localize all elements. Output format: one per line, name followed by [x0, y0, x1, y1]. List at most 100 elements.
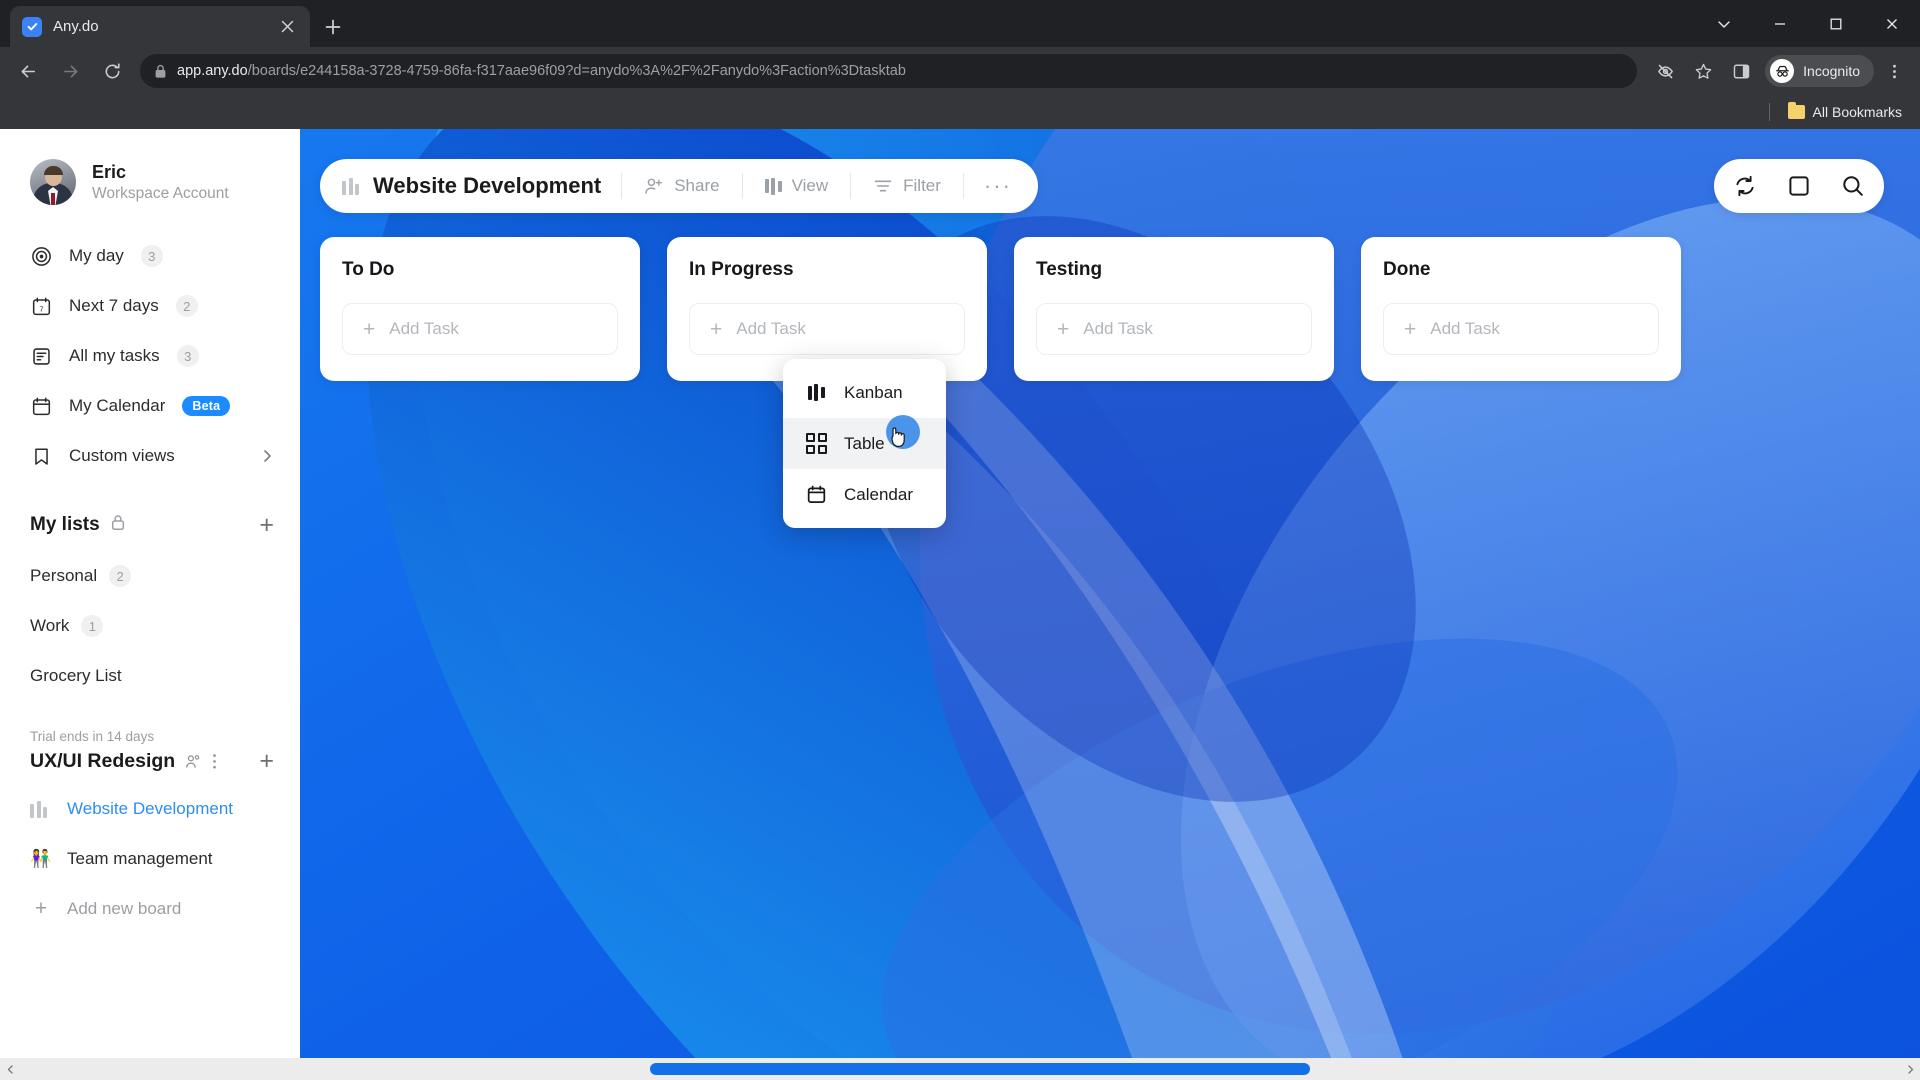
board-tools	[1714, 159, 1884, 213]
toolbar-right: Incognito	[1647, 53, 1912, 89]
board-column-done: Done + Add Task	[1361, 237, 1681, 381]
svg-text:7: 7	[39, 304, 43, 313]
scroll-right-icon[interactable]	[1900, 1058, 1920, 1080]
add-list-button[interactable]: +	[259, 512, 274, 538]
plus-icon: +	[34, 897, 48, 920]
count-badge: 2	[109, 565, 132, 587]
kanban-icon	[30, 800, 52, 818]
board-title-group[interactable]: Website Development	[342, 173, 621, 199]
my-lists-title: My lists	[30, 514, 100, 535]
add-task-button[interactable]: + Add Task	[689, 303, 965, 355]
people-emoji-icon: 👫	[30, 849, 52, 868]
filter-button[interactable]: Filter	[851, 166, 963, 206]
scroll-left-icon[interactable]	[0, 1058, 20, 1080]
view-menu-label: Kanban	[844, 382, 903, 402]
sidebar-list-grocery-list[interactable]: Grocery List	[0, 651, 300, 701]
sidebar-item-custom-views[interactable]: Custom views	[0, 431, 300, 481]
minimize-icon[interactable]	[1752, 0, 1808, 47]
sync-icon[interactable]	[1728, 169, 1762, 203]
add-new-board-button[interactable]: + Add new board	[0, 884, 300, 934]
sidebar-board-website-development[interactable]: Website Development	[0, 784, 300, 834]
add-task-button[interactable]: + Add Task	[342, 303, 618, 355]
plus-icon: +	[1057, 317, 1070, 341]
url-text: app.any.do/boards/e244158a-3728-4759-86f…	[177, 63, 906, 79]
kanban-icon	[342, 177, 359, 195]
column-title: In Progress	[689, 259, 794, 280]
three-dot-vertical-icon[interactable]	[212, 753, 217, 770]
eye-slash-icon[interactable]	[1647, 53, 1683, 89]
address-bar[interactable]: app.any.do/boards/e244158a-3728-4759-86f…	[140, 54, 1638, 88]
window-close-icon[interactable]	[1864, 0, 1920, 47]
filter-icon	[873, 177, 893, 195]
horizontal-scrollbar[interactable]	[0, 1058, 1920, 1080]
sidebar-item-all-my-tasks[interactable]: All my tasks 3	[0, 331, 300, 381]
scrollbar-track[interactable]	[20, 1058, 1900, 1080]
forward-icon[interactable]	[50, 51, 90, 91]
incognito-icon	[1770, 59, 1795, 83]
incognito-profile-button[interactable]: Incognito	[1765, 55, 1874, 87]
share-label: Share	[674, 176, 720, 195]
side-panel-icon[interactable]	[1723, 53, 1759, 89]
page-content: Eric Workspace Account My day 3 7 Next 7…	[0, 129, 1920, 1080]
scrollbar-thumb[interactable]	[650, 1063, 1310, 1075]
all-bookmarks-label: All Bookmarks	[1812, 104, 1902, 120]
bookmark-icon	[30, 445, 52, 467]
view-menu-item-table[interactable]: Table	[783, 418, 946, 469]
target-icon	[30, 245, 52, 267]
add-workspace-board-button[interactable]: +	[259, 749, 274, 774]
board-column-testing: Testing + Add Task	[1014, 237, 1334, 381]
new-tab-button[interactable]	[316, 10, 350, 44]
reload-icon[interactable]	[92, 51, 132, 91]
profile-section[interactable]: Eric Workspace Account	[0, 153, 300, 205]
column-title: Done	[1383, 259, 1431, 280]
sidebar-board-team-management[interactable]: 👫 Team management	[0, 834, 300, 884]
square-icon[interactable]	[1782, 169, 1816, 203]
view-button[interactable]: View	[743, 166, 851, 206]
window-controls	[1696, 0, 1920, 47]
star-icon[interactable]	[1685, 53, 1721, 89]
tab-search-icon[interactable]	[1696, 0, 1752, 47]
chevron-right-icon	[260, 449, 274, 463]
sidebar-item-my-calendar[interactable]: My Calendar Beta	[0, 381, 300, 431]
sidebar-item-my-day[interactable]: My day 3	[0, 231, 300, 281]
share-button[interactable]: Share	[622, 166, 741, 206]
url-domain: app.any.do	[177, 63, 248, 79]
back-icon[interactable]	[8, 51, 48, 91]
divider	[1768, 103, 1770, 121]
close-icon[interactable]	[276, 16, 298, 38]
list-label: Personal	[30, 566, 98, 585]
count-badge: 3	[140, 245, 163, 267]
maximize-icon[interactable]	[1808, 0, 1864, 47]
search-icon[interactable]	[1836, 169, 1870, 203]
three-dot-icon[interactable]	[1876, 53, 1912, 89]
add-task-button[interactable]: + Add Task	[1383, 303, 1659, 355]
sidebar-list-personal[interactable]: Personal 2	[0, 551, 300, 601]
sidebar-item-next-7-days[interactable]: 7 Next 7 days 2	[0, 281, 300, 331]
sidebar-item-label: Next 7 days	[69, 296, 159, 315]
view-menu-label: Table	[844, 433, 885, 453]
tab-strip: Any.do	[0, 0, 1920, 47]
all-bookmarks-button[interactable]: All Bookmarks	[1782, 101, 1908, 123]
members-icon[interactable]	[185, 754, 202, 769]
view-menu-item-calendar[interactable]: Calendar	[783, 469, 946, 520]
workspace-section: Trial ends in 14 days UX/UI Redesign +	[0, 729, 300, 774]
anydo-check-icon	[22, 16, 42, 37]
plus-icon: +	[363, 317, 376, 341]
add-task-label: Add Task	[1430, 319, 1500, 338]
view-menu-label: Calendar	[844, 484, 913, 504]
sidebar-item-label: My Calendar	[69, 396, 166, 415]
browser-tab[interactable]: Any.do	[10, 6, 310, 47]
browser-toolbar: app.any.do/boards/e244158a-3728-4759-86f…	[0, 47, 1920, 95]
lock-icon	[110, 514, 126, 536]
my-lists-header: My lists +	[0, 499, 300, 551]
browser-window: Any.do app.any.do/boards/e244158a-3728-4…	[0, 0, 1920, 1080]
sidebar-nav: My day 3 7 Next 7 days 2 All my tasks 3	[0, 231, 300, 481]
add-task-label: Add Task	[736, 319, 806, 338]
sidebar-list-work[interactable]: Work 1	[0, 601, 300, 651]
view-menu-item-kanban[interactable]: Kanban	[783, 367, 946, 418]
board-more-button[interactable]: ···	[964, 166, 1032, 206]
filter-label: Filter	[903, 176, 941, 195]
person-plus-icon	[644, 177, 664, 196]
list-label: Work	[30, 616, 70, 635]
add-task-button[interactable]: + Add Task	[1036, 303, 1312, 355]
